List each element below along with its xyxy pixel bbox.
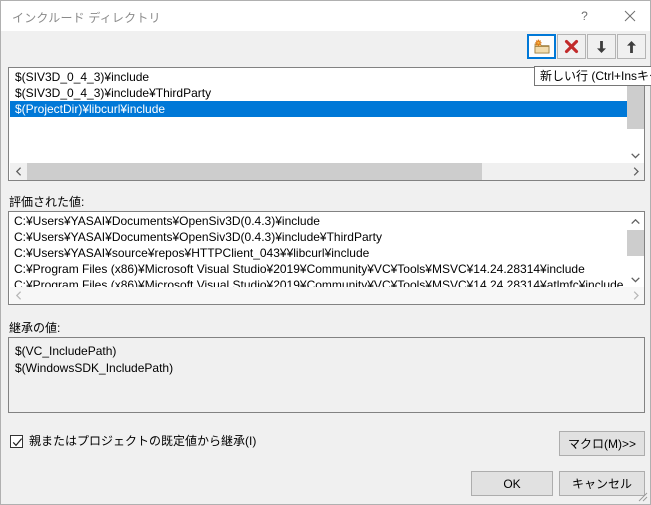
new-folder-icon [534, 39, 549, 53]
inherit-defaults-checkbox[interactable]: 親またはプロジェクトの既定値から継承(I) [10, 432, 256, 450]
list-item: C:¥Users¥YASAI¥Documents¥OpenSiv3D(0.4.3… [14, 230, 382, 244]
inherited-values-rows: $(VC_IncludePath) $(WindowsSDK_IncludePa… [15, 343, 644, 377]
evaluated-values-list: C:¥Users¥YASAI¥Documents¥OpenSiv3D(0.4.3… [8, 211, 645, 305]
list-item: $(VC_IncludePath) [15, 344, 117, 358]
window-title: インクルード ディレクトリ [12, 11, 161, 25]
hscroll-left-arrow[interactable] [10, 163, 27, 180]
list-item: C:¥Users¥YASAI¥source¥repos¥HTTPClient_0… [14, 246, 370, 260]
arrow-down-icon [597, 40, 606, 53]
resize-grip[interactable] [636, 490, 648, 502]
close-icon [624, 10, 635, 21]
macro-button[interactable]: マクロ(M)>> [559, 431, 645, 456]
list-item[interactable]: $(ProjectDir)¥libcurl¥include [10, 101, 627, 117]
help-button[interactable]: ? [562, 1, 607, 30]
checkmark-icon[interactable] [10, 434, 23, 448]
inherited-values-list: $(VC_IncludePath) $(WindowsSDK_IncludePa… [8, 337, 645, 413]
evaluated-values-rows: C:¥Users¥YASAI¥Documents¥OpenSiv3D(0.4.3… [14, 213, 631, 293]
inherit-defaults-label: 親またはプロジェクトの既定値から継承(I) [29, 434, 257, 448]
vscroll-down-arrow[interactable] [627, 271, 644, 288]
new-line-button[interactable] [527, 34, 556, 59]
list-item: $(WindowsSDK_IncludePath) [15, 361, 174, 375]
move-down-button[interactable] [587, 34, 616, 59]
close-button[interactable] [607, 1, 651, 30]
directories-list-hscrollbar[interactable] [10, 163, 644, 180]
list-item: C:¥Users¥YASAI¥Documents¥OpenSiv3D(0.4.3… [14, 214, 320, 228]
evaluated-values-label: 評価された値: [9, 195, 85, 209]
ok-button[interactable]: OK [471, 471, 553, 496]
list-toolbar [1, 31, 650, 63]
vscroll-down-arrow[interactable] [627, 147, 644, 164]
red-x-delete-icon [564, 39, 579, 54]
hscroll-left-arrow[interactable] [10, 287, 27, 304]
inherited-values-label: 継承の値: [9, 321, 61, 335]
delete-line-button[interactable] [557, 34, 586, 59]
new-line-tooltip: 新しい行 (Ctrl+Insキー [534, 66, 651, 86]
hscroll-right-arrow[interactable] [627, 287, 644, 304]
vscroll-up-arrow[interactable] [627, 213, 644, 230]
evaluated-hscrollbar[interactable] [10, 287, 644, 304]
hscroll-thumb[interactable] [27, 163, 482, 180]
question-mark-icon: ? [581, 9, 588, 23]
hscroll-right-arrow[interactable] [627, 163, 644, 180]
arrow-up-icon [627, 40, 636, 53]
vscroll-thumb[interactable] [627, 230, 644, 256]
svg-text:?: ? [581, 9, 588, 23]
move-up-button[interactable] [617, 34, 646, 59]
evaluated-vscrollbar[interactable] [627, 213, 644, 288]
include-directories-dialog: インクルード ディレクトリ ? $(SIV3D_0_4_3)¥include $… [0, 0, 651, 505]
list-item: C:¥Program Files (x86)¥Microsoft Visual … [14, 262, 585, 276]
cancel-button[interactable]: キャンセル [559, 471, 645, 496]
title-bar: インクルード ディレクトリ ? [1, 1, 650, 31]
list-item[interactable]: $(SIV3D_0_4_3)¥include¥ThirdParty [10, 85, 627, 101]
